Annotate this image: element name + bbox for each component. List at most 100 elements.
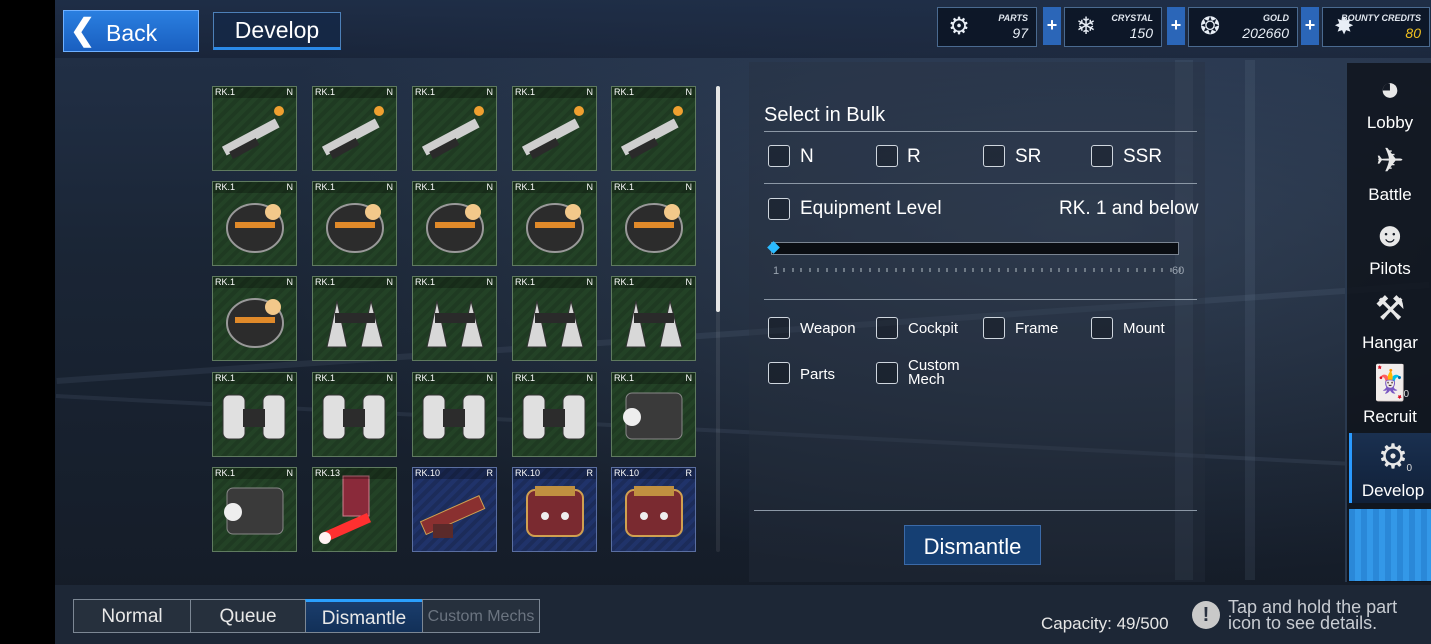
category-mount-checkbox[interactable]: [1091, 317, 1113, 339]
inventory-part-item[interactable]: RK.1 N: [412, 372, 497, 457]
tab-queue[interactable]: Queue: [190, 599, 306, 633]
inventory-part-item[interactable]: RK.1 N: [412, 181, 497, 266]
slider-tick: [980, 268, 983, 272]
back-label: Back: [106, 20, 158, 46]
inventory-part-item[interactable]: RK.1 N: [611, 372, 696, 457]
item-rank: RK.1: [515, 182, 536, 192]
inventory-part-item[interactable]: RK.10 R: [611, 467, 696, 552]
equipment-level-slider[interactable]: [767, 241, 1179, 255]
add-gold-button[interactable]: +: [1301, 7, 1319, 45]
inventory-scrollbar[interactable]: [716, 86, 720, 552]
item-rarity: N: [586, 182, 594, 192]
item-rarity: N: [286, 87, 294, 97]
tab-dismantle[interactable]: Dismantle: [305, 599, 423, 633]
inventory-part-item[interactable]: RK.1 N: [512, 276, 597, 361]
slider-tick: [1161, 268, 1164, 272]
item-rarity: N: [685, 87, 693, 97]
rarity-ssr-checkbox[interactable]: [1091, 145, 1113, 167]
rarity-r-checkbox[interactable]: [876, 145, 898, 167]
nav-develop[interactable]: ⚙ 0 Develop: [1349, 433, 1431, 503]
divider: [764, 299, 1197, 300]
part-image: [522, 394, 586, 440]
inventory-part-item[interactable]: RK.1 N: [611, 181, 696, 266]
inventory-part-item[interactable]: RK.1 N: [512, 372, 597, 457]
tab-custom-mechs[interactable]: Custom Mechs: [422, 599, 540, 633]
inventory-part-item[interactable]: RK.1 N: [512, 181, 597, 266]
tab-custom-mechs-label: Custom Mechs: [427, 608, 535, 625]
hint-text: Tap and hold the part icon to see detail…: [1228, 597, 1398, 633]
equipment-level-checkbox[interactable]: [768, 198, 790, 220]
recruit-icon: 🃏: [1368, 364, 1412, 402]
inventory-part-item[interactable]: RK.1 N: [212, 467, 297, 552]
item-rank: RK.10: [614, 468, 640, 478]
item-rarity: N: [386, 277, 394, 287]
inventory-part-item[interactable]: RK.1 N: [312, 276, 397, 361]
inventory-part-item[interactable]: RK.1 N: [312, 181, 397, 266]
inventory-part-item[interactable]: RK.1 N: [212, 372, 297, 457]
category-cockpit-checkbox[interactable]: [876, 317, 898, 339]
item-rank: RK.1: [415, 182, 436, 192]
battle-icon: ✈: [1375, 142, 1405, 180]
nav-hangar-label: Hangar: [1362, 333, 1418, 352]
inventory-part-item[interactable]: RK.13: [312, 467, 397, 552]
item-rarity: R: [586, 468, 594, 478]
category-weapon-checkbox[interactable]: [768, 317, 790, 339]
category-cockpit-label: Cockpit: [908, 320, 959, 337]
parts-value: 97: [1012, 25, 1028, 41]
add-crystal-button[interactable]: +: [1167, 7, 1185, 45]
gold-icon: ❂: [1199, 13, 1221, 40]
part-image: [521, 106, 584, 159]
slider-tick: [1084, 268, 1086, 272]
inventory-part-item[interactable]: RK.10 R: [412, 467, 497, 552]
inventory-part-item[interactable]: RK.1 N: [412, 276, 497, 361]
add-parts-button[interactable]: +: [1043, 7, 1061, 45]
inventory-part-item[interactable]: RK.1 N: [212, 181, 297, 266]
base-map-thumbnail[interactable]: [1349, 509, 1431, 581]
part-image: [321, 106, 384, 159]
nav-hangar[interactable]: ⚒ Hangar: [1349, 285, 1431, 355]
slider-tick: [1015, 268, 1018, 272]
slider-tick: [946, 268, 949, 272]
nav-battle[interactable]: ✈ Battle: [1349, 137, 1431, 207]
tab-normal[interactable]: Normal: [73, 599, 191, 633]
inventory-part-item[interactable]: RK.1 N: [512, 86, 597, 171]
item-rank: RK.13: [315, 468, 341, 478]
page-title-text: Develop: [234, 17, 320, 43]
inventory-part-item[interactable]: RK.1 N: [312, 372, 397, 457]
inventory-part-item[interactable]: RK.1 N: [611, 86, 696, 171]
nav-lobby-label: Lobby: [1366, 113, 1414, 132]
crystal-counter: ❄ CRYSTAL 150: [1064, 7, 1162, 47]
item-rank: RK.1: [614, 182, 635, 192]
inventory-part-item[interactable]: RK.1 N: [212, 276, 297, 361]
inventory-part-item[interactable]: RK.1 N: [312, 86, 397, 171]
nav-battle-label: Battle: [1368, 185, 1412, 204]
item-rank: RK.1: [215, 277, 236, 287]
part-image: [326, 203, 384, 253]
item-rank: RK.1: [515, 277, 536, 287]
inventory-part-item[interactable]: RK.10 R: [512, 467, 597, 552]
dismantle-button-label: Dismantle: [923, 534, 1022, 559]
inventory-part-item[interactable]: RK.1 N: [212, 86, 297, 171]
category-parts-checkbox[interactable]: [768, 362, 790, 384]
nav-pilots[interactable]: ☻ Pilots: [1349, 211, 1431, 281]
inventory-part-item[interactable]: RK.1 N: [412, 86, 497, 171]
part-image: [419, 495, 486, 538]
slider-tick: [1144, 268, 1147, 272]
item-rank: RK.1: [215, 87, 236, 97]
slider-tick: [1152, 268, 1155, 272]
dismantle-button[interactable]: Dismantle: [904, 525, 1041, 565]
rarity-sr-checkbox[interactable]: [983, 145, 1005, 167]
exclamation-icon: !: [1192, 601, 1220, 629]
slider-tick: [894, 268, 897, 272]
nav-recruit[interactable]: 🃏 0 Recruit: [1349, 359, 1431, 429]
category-custom-mech-checkbox[interactable]: [876, 362, 898, 384]
category-frame-checkbox[interactable]: [983, 317, 1005, 339]
nav-lobby[interactable]: ◕ Lobby: [1349, 65, 1431, 135]
inventory-part-item[interactable]: RK.1 N: [611, 276, 696, 361]
slider-tick: [817, 268, 820, 272]
slider-tick: [920, 268, 923, 272]
rarity-n-checkbox[interactable]: [768, 145, 790, 167]
back-button[interactable]: ❮ Back: [63, 10, 199, 52]
scrollbar-thumb[interactable]: [716, 86, 720, 312]
category-weapon-label: Weapon: [800, 320, 856, 337]
